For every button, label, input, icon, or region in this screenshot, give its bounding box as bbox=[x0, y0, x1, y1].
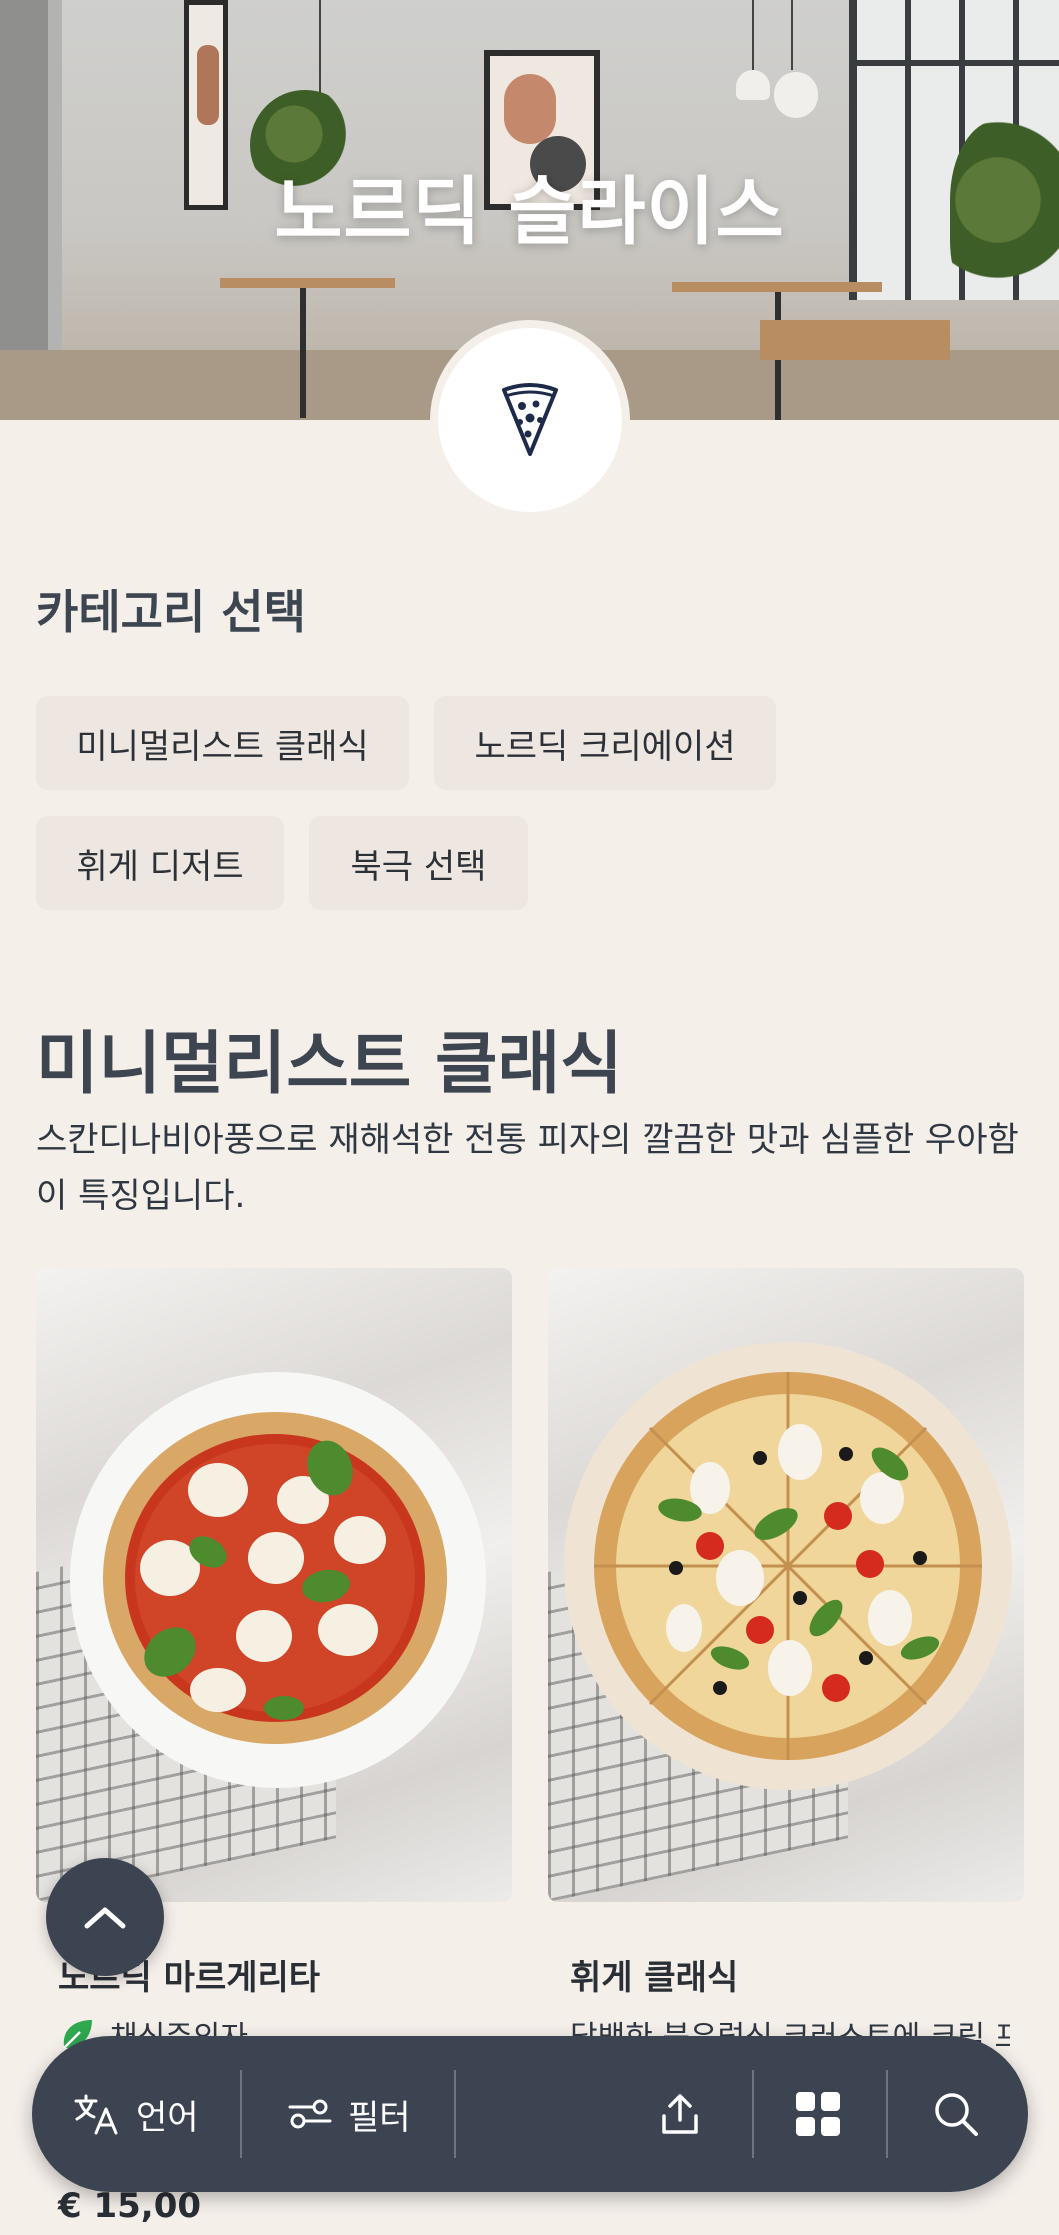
search-button[interactable] bbox=[932, 2036, 980, 2192]
category-heading: 카테고리 선택 bbox=[36, 585, 306, 639]
section-title: 미니멀리스트 클래식 bbox=[36, 1025, 623, 1104]
filter-button[interactable]: 필터 bbox=[288, 2036, 411, 2192]
translate-icon bbox=[74, 2094, 118, 2135]
share-button[interactable] bbox=[656, 2036, 704, 2192]
filter-label: 필터 bbox=[348, 2097, 411, 2138]
search-icon bbox=[935, 2093, 978, 2136]
section-description: 스칸디나비아풍으로 재해석한 전통 피자의 깔끔한 맛과 심플한 우아함이 특징… bbox=[36, 1120, 1019, 1216]
divider bbox=[454, 2070, 456, 2158]
item-name[interactable]: 휘게 클래식 bbox=[570, 1950, 738, 1999]
menu-page: 노르딕 슬라이스 카테고리 선택 미니멀리스트 클래식 노르딕 크리에이션 휘게… bbox=[0, 0, 1059, 2235]
restaurant-logo bbox=[430, 320, 630, 520]
pendant-lamp bbox=[736, 70, 770, 100]
pizza-image-hygge-classic[interactable] bbox=[548, 1268, 1024, 1902]
category-chip-arctic-selection[interactable]: 북극 선택 bbox=[309, 816, 528, 910]
language-label: 언어 bbox=[136, 2097, 199, 2138]
restaurant-title: 노르딕 슬라이스 bbox=[274, 169, 785, 255]
bench bbox=[760, 320, 950, 360]
pizza-hygge-illustration bbox=[594, 1372, 982, 1760]
divider bbox=[240, 2070, 242, 2158]
pizza-margherita-illustration bbox=[103, 1412, 447, 1744]
pizza-image-nordic-margherita[interactable] bbox=[36, 1268, 512, 1902]
item-price: € 15,00 bbox=[58, 2186, 202, 2226]
pizza-slice-logo-icon bbox=[502, 383, 558, 456]
filter-icon bbox=[288, 2099, 332, 2129]
table bbox=[672, 282, 882, 292]
grid-view-button[interactable] bbox=[794, 2036, 842, 2192]
chevron-up-icon bbox=[84, 1907, 126, 1929]
grid-icon bbox=[796, 2092, 840, 2136]
divider bbox=[886, 2070, 888, 2158]
scroll-to-top-button[interactable] bbox=[46, 1858, 164, 1976]
divider bbox=[752, 2070, 754, 2158]
share-icon bbox=[662, 2094, 698, 2134]
language-button[interactable]: 언어 bbox=[74, 2036, 199, 2192]
category-chip-hygge-dessert[interactable]: 휘게 디저트 bbox=[36, 816, 284, 910]
pendant-lamp bbox=[774, 72, 818, 118]
table bbox=[220, 278, 395, 288]
category-chip-nordic-creation[interactable]: 노르딕 크리에이션 bbox=[434, 696, 776, 790]
category-chip-minimalist-classic[interactable]: 미니멀리스트 클래식 bbox=[36, 696, 409, 790]
bottom-toolbar: 언어 필터 bbox=[32, 2036, 1028, 2192]
